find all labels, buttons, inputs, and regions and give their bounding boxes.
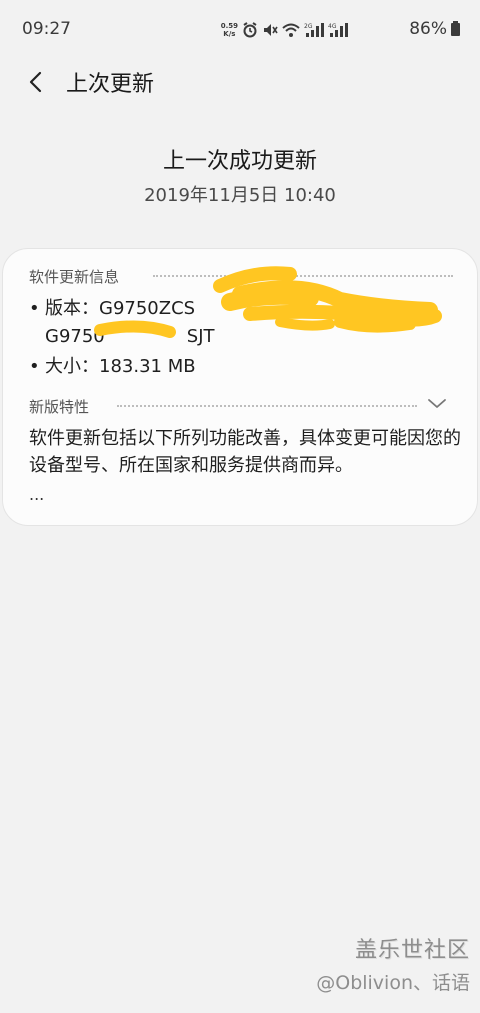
back-button[interactable] bbox=[18, 64, 54, 100]
redaction-scribble bbox=[94, 266, 442, 338]
chevron-left-icon bbox=[29, 71, 42, 93]
svg-text:4G: 4G bbox=[328, 23, 337, 30]
alarm-icon bbox=[243, 22, 257, 38]
status-icons: 0.59 K/s 2G 4G bbox=[221, 19, 348, 41]
size-label: 大小：183.31 MB bbox=[45, 356, 196, 377]
battery-percent: 86% bbox=[409, 19, 447, 39]
bullet: • bbox=[29, 356, 40, 377]
signal-icon-2: 4G bbox=[328, 23, 348, 37]
last-update-title: 上一次成功更新 bbox=[162, 149, 317, 174]
network-speed: 0.59 K/s bbox=[220, 22, 238, 38]
wifi-icon bbox=[282, 23, 300, 37]
status-time: 09:27 bbox=[22, 19, 71, 39]
status-bar: 09:27 0.59 K/s 2G 4G 86% bbox=[0, 0, 480, 58]
battery-icon bbox=[451, 20, 460, 36]
features-header: 新版特性 bbox=[29, 398, 90, 416]
watermark-title: 盖乐世社区 bbox=[354, 938, 470, 963]
last-update-date: 2019年11月5日 10:40 bbox=[144, 185, 336, 206]
signal-icon-1: 2G bbox=[304, 23, 324, 37]
page-title: 上次更新 bbox=[66, 72, 155, 97]
chevron-down-icon bbox=[428, 399, 446, 408]
svg-text:2G: 2G bbox=[304, 23, 313, 30]
expand-features-button[interactable] bbox=[425, 395, 449, 413]
feature-description: 软件更新包括以下所列功能改善，具体变更可能因您的设备型号、所在国家和服务提供商而… bbox=[29, 428, 461, 476]
divider bbox=[117, 405, 417, 407]
battery-status: 86% bbox=[409, 19, 460, 39]
watermark-subtitle: @Oblivion、话语 bbox=[316, 972, 470, 994]
mute-icon bbox=[264, 24, 278, 36]
bullet: • bbox=[29, 298, 40, 319]
more-ellipsis: ... bbox=[29, 485, 45, 504]
size-row: • 大小：183.31 MB bbox=[29, 352, 196, 378]
